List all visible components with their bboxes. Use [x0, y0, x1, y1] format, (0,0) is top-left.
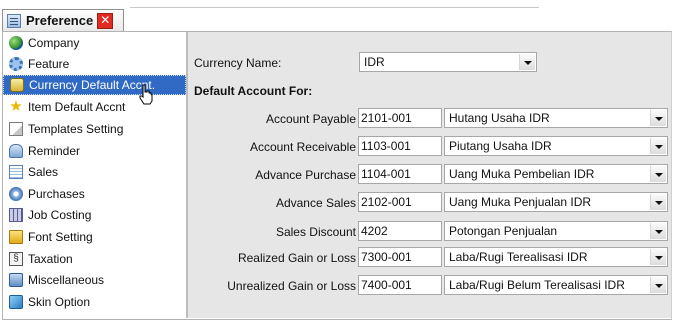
- tab-title: Preference: [26, 13, 94, 28]
- account-payable-account-select[interactable]: Hutang Usaha IDR: [444, 108, 668, 128]
- advance-sales-account-value: Uang Muka Penjualan IDR: [449, 195, 592, 209]
- sidebar-item-taxation[interactable]: § Taxation: [3, 249, 186, 269]
- account-receivable-code-field[interactable]: 1103-001: [358, 136, 442, 156]
- taxation-icon: §: [9, 252, 23, 266]
- realized-gain-loss-code-field[interactable]: 7300-001: [358, 247, 442, 267]
- chevron-down-icon[interactable]: [519, 54, 535, 70]
- preference-sidebar: Company Feature Currency Default Accnt. …: [3, 32, 186, 318]
- star-icon: ★: [9, 98, 23, 115]
- sidebar-item-label: Skin Option: [28, 295, 91, 309]
- sales-icon: [9, 165, 23, 179]
- currency-icon: [10, 78, 24, 92]
- realized-gain-loss-account-value: Laba/Rugi Terealisasi IDR: [449, 250, 588, 264]
- sidebar-item-company[interactable]: Company: [3, 33, 186, 53]
- chevron-down-icon[interactable]: [650, 138, 666, 154]
- sales-discount-code-field[interactable]: 4202: [358, 221, 442, 241]
- sidebar-item-label: Taxation: [28, 252, 73, 266]
- sidebar-item-templates-setting[interactable]: Templates Setting: [3, 119, 186, 139]
- reminder-icon: [9, 144, 23, 158]
- currency-name-select[interactable]: IDR: [359, 52, 537, 72]
- account-receivable-account-select[interactable]: Piutang Usaha IDR: [444, 136, 668, 156]
- sidebar-item-currency-default-accnt[interactable]: Currency Default Accnt.: [3, 75, 186, 95]
- advance-sales-code-field[interactable]: 2102-001: [358, 192, 442, 212]
- sidebar-item-item-default-accnt[interactable]: ★ Item Default Accnt: [3, 97, 186, 117]
- preference-window-icon: [7, 13, 21, 28]
- advance-purchase-account-value: Uang Muka Pembelian IDR: [449, 167, 595, 181]
- chevron-down-icon[interactable]: [650, 249, 666, 265]
- sidebar-item-label: Templates Setting: [28, 122, 124, 136]
- unrealized-gain-loss-code-field[interactable]: 7400-001: [358, 275, 442, 295]
- realized-gain-loss-account-select[interactable]: Laba/Rugi Terealisasi IDR: [444, 247, 668, 267]
- advance-purchase-code-field[interactable]: 1104-001: [358, 164, 442, 184]
- sidebar-item-label: Item Default Accnt: [28, 100, 126, 114]
- sidebar-item-reminder[interactable]: Reminder: [3, 141, 186, 161]
- template-icon: [9, 122, 23, 136]
- unrealized-gain-loss-label: Unrealized Gain or Loss: [227, 279, 356, 293]
- chevron-down-icon[interactable]: [650, 277, 666, 293]
- chevron-down-icon[interactable]: [650, 110, 666, 126]
- mouse-pointer-icon: [139, 84, 153, 105]
- currency-settings-panel: Currency Name: IDR Default Account For: …: [188, 32, 671, 318]
- sidebar-item-label: Currency Default Accnt.: [29, 78, 156, 92]
- sidebar-item-miscellaneous[interactable]: Miscellaneous: [3, 270, 186, 290]
- sidebar-item-label: Reminder: [28, 144, 81, 158]
- account-receivable-account-value: Piutang Usaha IDR: [449, 139, 552, 153]
- advance-sales-account-select[interactable]: Uang Muka Penjualan IDR: [444, 192, 668, 212]
- section-heading: Default Account For:: [194, 84, 313, 98]
- sidebar-item-job-costing[interactable]: Job Costing: [3, 205, 186, 225]
- sidebar-item-purchases[interactable]: Purchases: [3, 184, 186, 204]
- tab-preference[interactable]: Preference ✕: [2, 9, 124, 31]
- sidebar-item-label: Company: [28, 36, 80, 50]
- font-folder-icon: [9, 230, 23, 244]
- sidebar-item-font-setting[interactable]: Font Setting: [3, 227, 186, 247]
- chevron-down-icon[interactable]: [650, 194, 666, 210]
- realized-gain-loss-label: Realized Gain or Loss: [237, 251, 356, 265]
- account-payable-code-field[interactable]: 2101-001: [358, 108, 442, 128]
- sidebar-item-label: Purchases: [28, 187, 85, 201]
- window-top-edge: [0, 0, 677, 8]
- unrealized-gain-loss-account-select[interactable]: Laba/Rugi Belum Terealisasi IDR: [444, 275, 668, 295]
- account-payable-label: Account Payable: [265, 112, 356, 126]
- sidebar-item-feature[interactable]: Feature: [3, 54, 186, 74]
- advance-purchase-label: Advance Purchase: [255, 168, 356, 182]
- sidebar-item-sales[interactable]: Sales: [3, 162, 186, 182]
- advance-sales-label: Advance Sales: [275, 196, 356, 210]
- sales-discount-account-value: Potongan Penjualan: [449, 224, 558, 238]
- sidebar-item-skin-option[interactable]: Skin Option: [3, 292, 186, 312]
- sidebar-item-label: Font Setting: [28, 230, 93, 244]
- skin-icon: [9, 295, 23, 309]
- sidebar-item-label: Job Costing: [28, 208, 92, 222]
- miscellaneous-icon: [9, 273, 23, 287]
- chevron-down-icon[interactable]: [650, 166, 666, 182]
- account-receivable-label: Account Receivable: [249, 140, 356, 154]
- currency-name-value: IDR: [364, 55, 385, 69]
- unrealized-gain-loss-account-value: Laba/Rugi Belum Terealisasi IDR: [449, 278, 625, 292]
- sidebar-item-label: Miscellaneous: [28, 273, 105, 287]
- globe-icon: [9, 36, 23, 50]
- chevron-down-icon[interactable]: [650, 223, 666, 239]
- advance-purchase-account-select[interactable]: Uang Muka Pembelian IDR: [444, 164, 668, 184]
- purchases-icon: [9, 187, 23, 201]
- currency-name-label: Currency Name:: [194, 56, 282, 70]
- gear-icon: [9, 57, 23, 71]
- sales-discount-account-select[interactable]: Potongan Penjualan: [444, 221, 668, 241]
- job-costing-icon: [9, 208, 23, 222]
- sidebar-item-label: Feature: [28, 57, 70, 71]
- sales-discount-label: Sales Discount: [275, 225, 356, 239]
- account-payable-account-value: Hutang Usaha IDR: [449, 111, 550, 125]
- sidebar-item-label: Sales: [28, 165, 59, 179]
- close-icon[interactable]: ✕: [97, 12, 114, 29]
